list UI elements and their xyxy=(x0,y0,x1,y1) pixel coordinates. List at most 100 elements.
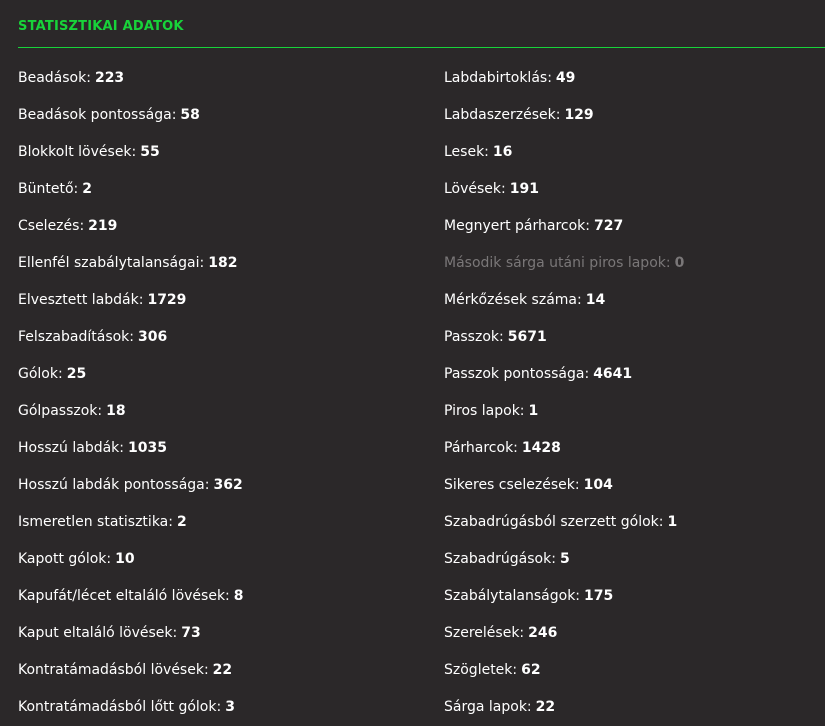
stat-value: 18 xyxy=(106,403,126,419)
stat-label: Szabálytalanságok: xyxy=(444,588,581,604)
stat-row: Sikeres cselezések: 104 xyxy=(444,467,824,504)
stat-label: Blokkolt lövések: xyxy=(18,144,137,160)
stat-row: Szabálytalanságok: 175 xyxy=(444,578,824,615)
stat-label: Labdaszerzések: xyxy=(444,107,561,123)
stat-label: Lesek: xyxy=(444,144,489,160)
stat-value: 62 xyxy=(521,662,541,678)
stat-value: 22 xyxy=(212,662,233,678)
stat-value: 1428 xyxy=(521,440,561,456)
stat-value: 1 xyxy=(667,514,678,530)
stat-value: 2 xyxy=(82,181,92,197)
stat-row: Elvesztett labdák: 1729 xyxy=(18,282,418,319)
stat-label: Ellenfél szabálytalanságai: xyxy=(18,255,205,271)
stat-row: Beadások: 223 xyxy=(18,60,418,97)
stat-row: Párharcok: 1428 xyxy=(444,430,824,467)
stat-row: Hosszú labdák: 1035 xyxy=(18,430,418,467)
stat-row: Beadások pontossága: 58 xyxy=(18,97,418,134)
stat-label: Második sárga utáni piros lapok: xyxy=(444,255,671,271)
stat-value: 306 xyxy=(138,329,168,345)
stat-value: 4641 xyxy=(593,366,633,382)
stat-row: Második sárga utáni piros lapok: 0 xyxy=(444,245,824,282)
stat-row: Megnyert párharcok: 727 xyxy=(444,208,824,245)
stat-row: Szerelések: 246 xyxy=(444,615,824,652)
stat-row: Kontratámadásból lövések: 22 xyxy=(18,652,418,689)
stat-row: Passzok pontossága: 4641 xyxy=(444,356,824,393)
stat-row: Hosszú labdák pontossága: 362 xyxy=(18,467,418,504)
stat-label: Hosszú labdák pontossága: xyxy=(18,477,210,493)
stat-value: 25 xyxy=(66,366,87,382)
stat-value: 2 xyxy=(176,514,187,530)
stat-label: Sárga lapok: xyxy=(444,699,532,715)
stat-row: Gólok: 25 xyxy=(18,356,418,393)
stat-value: 191 xyxy=(509,181,539,197)
stat-row: Kaput eltaláló lövések: 73 xyxy=(18,615,418,652)
stat-label: Elvesztett labdák: xyxy=(18,292,144,308)
stat-label: Labdabirtoklás: xyxy=(444,70,552,86)
stat-row: Passzok: 5671 xyxy=(444,319,824,356)
stat-row: Büntető: 2 xyxy=(18,171,418,208)
stat-row: Piros lapok: 1 xyxy=(444,393,824,430)
stat-label: Mérkőzések száma: xyxy=(444,292,582,308)
stat-label: Beadások: xyxy=(18,70,91,86)
stat-value: 175 xyxy=(584,588,614,604)
stat-row: Kapott gólok: 10 xyxy=(18,541,418,578)
stat-row: Mérkőzések száma: 14 xyxy=(444,282,824,319)
section-title: STATISZTIKAI ADATOK xyxy=(18,19,184,34)
stat-row: Lövések: 191 xyxy=(444,171,824,208)
stat-value: 182 xyxy=(208,255,238,271)
stat-value: 55 xyxy=(140,144,160,160)
stat-row: Sárga lapok: 22 xyxy=(444,689,824,726)
stat-row: Blokkolt lövések: 55 xyxy=(18,134,418,171)
section-divider xyxy=(18,47,825,48)
stat-label: Gólpasszok: xyxy=(18,403,103,419)
stat-label: Kontratámadásból lőtt gólok: xyxy=(18,699,222,715)
stat-value: 0 xyxy=(674,255,685,271)
stat-label: Ismeretlen statisztika: xyxy=(18,514,173,530)
stat-value: 5 xyxy=(559,551,570,567)
stat-value: 246 xyxy=(528,625,558,641)
stat-label: Kapott gólok: xyxy=(18,551,112,567)
stat-row: Kontratámadásból lőtt gólok: 3 xyxy=(18,689,418,726)
section-header: STATISZTIKAI ADATOK xyxy=(18,14,825,40)
stats-column-right: Labdabirtoklás: 49 Labdaszerzések: 129 Lesek… xyxy=(444,60,824,726)
stat-value: 104 xyxy=(583,477,613,493)
stat-label: Kaput eltaláló lövések: xyxy=(18,625,178,641)
stat-value: 58 xyxy=(180,107,200,123)
stat-row: Ismeretlen statisztika: 2 xyxy=(18,504,418,541)
stat-label: Szabadrúgások: xyxy=(444,551,556,567)
stat-label: Párharcok: xyxy=(444,440,518,456)
stat-row: Szabadrúgásból szerzett gólok: 1 xyxy=(444,504,824,541)
stat-value: 1 xyxy=(528,403,539,419)
stat-label: Passzok: xyxy=(444,329,504,345)
stat-value: 14 xyxy=(585,292,606,308)
stat-row: Gólpasszok: 18 xyxy=(18,393,418,430)
stat-label: Lövések: xyxy=(444,181,506,197)
stat-label: Megnyert párharcok: xyxy=(444,218,591,234)
stat-label: Hosszú labdák: xyxy=(18,440,124,456)
stat-label: Cselezés: xyxy=(18,218,85,234)
stat-label: Kontratámadásból lövések: xyxy=(18,662,209,678)
stat-row: Labdaszerzések: 129 xyxy=(444,97,824,134)
stat-value: 10 xyxy=(115,551,135,567)
stat-label: Beadások pontossága: xyxy=(18,107,177,123)
stat-label: Szabadrúgásból szerzett gólok: xyxy=(444,514,664,530)
stat-label: Gólok: xyxy=(18,366,63,382)
stat-value: 727 xyxy=(594,218,624,234)
stat-row: Felszabadítások: 306 xyxy=(18,319,418,356)
stat-value: 1035 xyxy=(128,440,167,456)
stat-row: Lesek: 16 xyxy=(444,134,824,171)
stat-label: Szögletek: xyxy=(444,662,518,678)
stat-row: Ellenfél szabálytalanságai: 182 xyxy=(18,245,418,282)
stat-label: Sikeres cselezések: xyxy=(444,477,580,493)
stat-label: Szerelések: xyxy=(444,625,525,641)
stat-value: 362 xyxy=(213,477,243,493)
stat-value: 22 xyxy=(535,699,556,715)
stat-row: Kapufát/lécet eltaláló lövések: 8 xyxy=(18,578,418,615)
stat-value: 219 xyxy=(88,218,118,234)
stats-column-left: Beadások: 223 Beadások pontossága: 58 Blokko… xyxy=(18,60,418,726)
stat-row: Szabadrúgások: 5 xyxy=(444,541,824,578)
stat-value: 1729 xyxy=(147,292,187,308)
stat-value: 129 xyxy=(564,107,594,123)
stat-value: 73 xyxy=(181,625,201,641)
stat-label: Kapufát/lécet eltaláló lövések: xyxy=(18,588,230,604)
